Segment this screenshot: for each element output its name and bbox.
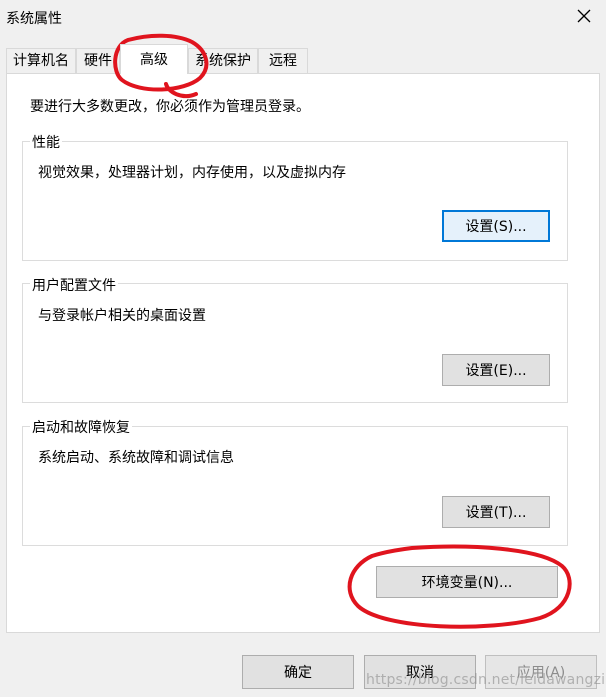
close-button[interactable] [572,4,596,28]
user-profiles-group-title: 用户配置文件 [30,275,118,295]
tab-label: 硬件 [84,53,112,69]
performance-group [22,141,568,261]
tab-advanced[interactable]: 高级 [120,44,188,74]
performance-group-title: 性能 [30,132,62,152]
user-profiles-settings-button[interactable]: 设置(E)... [442,354,550,386]
tab-label: 计算机名 [13,53,69,69]
startup-recovery-description: 系统启动、系统故障和调试信息 [38,450,234,466]
button-label: 确定 [284,665,312,681]
cancel-button[interactable]: 取消 [364,655,476,689]
performance-description: 视觉效果，处理器计划，内存使用，以及虚拟内存 [38,165,346,181]
startup-recovery-group [22,426,568,546]
environment-variables-button[interactable]: 环境变量(N)... [376,566,558,598]
tab-system-protection[interactable]: 系统保护 [188,48,258,73]
tab-hardware[interactable]: 硬件 [76,48,120,73]
button-label: 环境变量(N)... [421,575,513,591]
button-label: 设置(S)... [465,219,527,235]
tab-remote[interactable]: 远程 [258,48,308,73]
close-icon [577,9,591,23]
admin-notice: 要进行大多数更改，你必须作为管理员登录。 [30,99,310,115]
window-title: 系统属性 [6,11,62,27]
tab-label: 系统保护 [195,53,251,69]
apply-button[interactable]: 应用(A) [485,655,597,689]
user-profiles-description: 与登录帐户相关的桌面设置 [38,308,206,324]
ok-button[interactable]: 确定 [242,655,354,689]
button-label: 取消 [406,665,434,681]
startup-recovery-settings-button[interactable]: 设置(T)... [442,496,550,528]
startup-recovery-group-title: 启动和故障恢复 [30,417,132,437]
tab-computer-name[interactable]: 计算机名 [6,48,76,73]
button-label: 设置(E)... [465,363,527,379]
performance-settings-button[interactable]: 设置(S)... [442,210,550,242]
tab-label: 高级 [140,52,168,68]
button-label: 应用(A) [516,665,566,681]
tab-label: 远程 [269,53,297,69]
button-label: 设置(T)... [465,505,527,521]
